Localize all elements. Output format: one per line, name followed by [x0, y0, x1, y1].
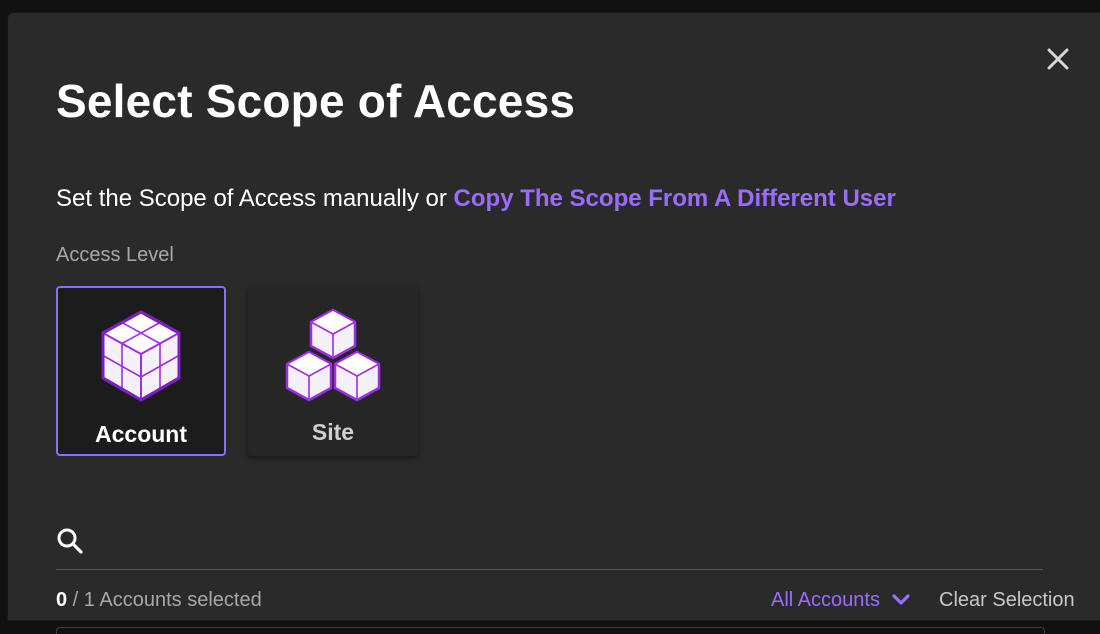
- account-cubes-icon: [100, 310, 182, 402]
- access-level-site-option[interactable]: Site: [248, 286, 418, 456]
- chevron-down-icon: [892, 594, 910, 605]
- instructions-text: Set the Scope of Access manually or: [56, 185, 454, 212]
- clear-selection-button[interactable]: Clear Selection: [939, 587, 1075, 613]
- selection-counter: 0 / 1 Accounts selected: [56, 587, 262, 613]
- selected-count-value: 0: [56, 589, 68, 611]
- access-level-account-option[interactable]: Account: [56, 286, 226, 456]
- dialog-title: Select Scope of Access: [56, 75, 576, 127]
- search-icon: [57, 528, 83, 554]
- selected-count-text: / 1 Accounts selected: [67, 589, 262, 611]
- access-level-label: Access Level: [56, 244, 174, 266]
- search-input[interactable]: [96, 525, 1000, 559]
- account-option-label: Account: [95, 421, 187, 447]
- site-cubes-icon: [285, 308, 381, 402]
- close-icon: [1047, 48, 1069, 70]
- accounts-list: [56, 627, 1045, 634]
- filter-label: All Accounts: [771, 589, 880, 611]
- copy-scope-link[interactable]: Copy The Scope From A Different User: [454, 185, 896, 212]
- site-option-label: Site: [311, 419, 355, 445]
- scope-instructions: Set the Scope of Access manually or Copy…: [56, 183, 896, 215]
- close-button[interactable]: [1044, 45, 1072, 73]
- search-bar: [56, 523, 1043, 570]
- scope-of-access-dialog: Select Scope of Access Set the Scope of …: [8, 13, 1100, 634]
- accounts-filter-dropdown[interactable]: All Accounts: [771, 587, 910, 613]
